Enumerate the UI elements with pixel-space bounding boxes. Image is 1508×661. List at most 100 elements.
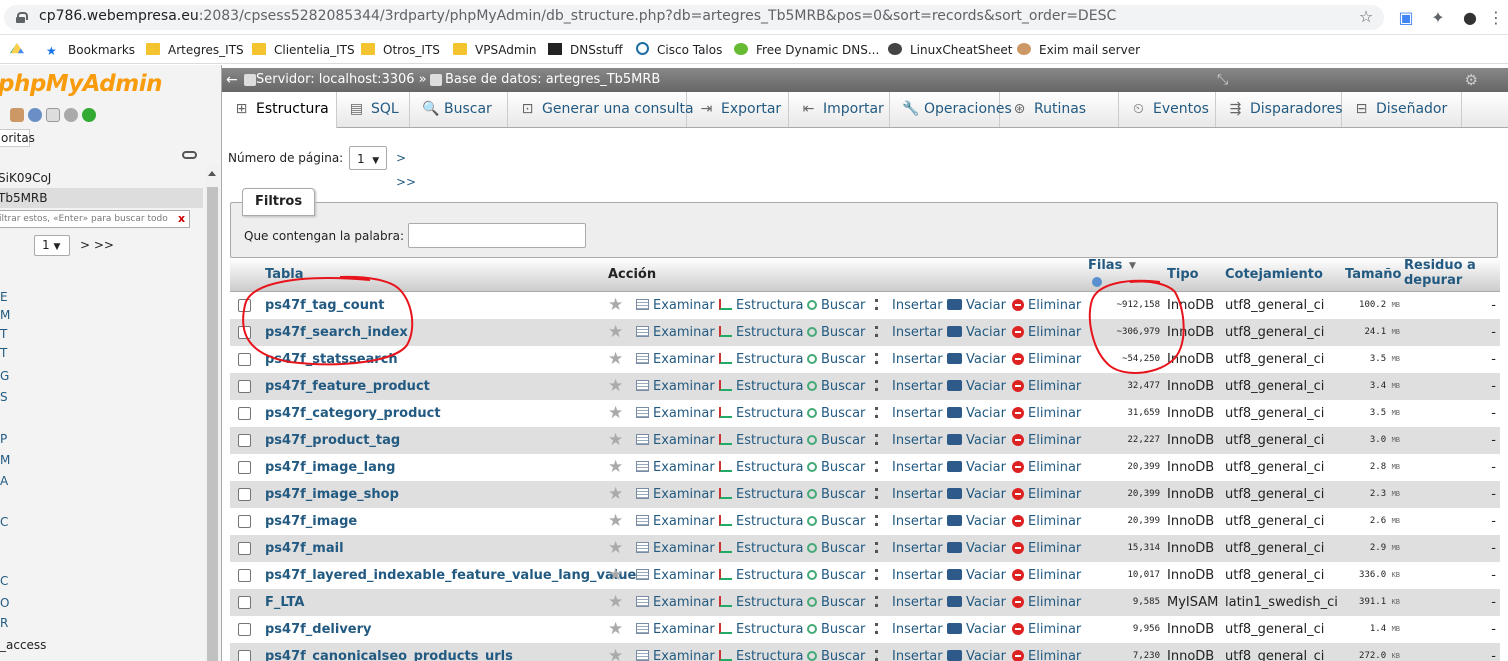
action-structure[interactable]: Estructura (719, 400, 803, 427)
action-empty[interactable]: Vaciar (947, 589, 1006, 616)
url-text[interactable]: cp786.webempresa.eu:2083/cpsess528208534… (39, 8, 1116, 24)
home-icon[interactable] (10, 107, 24, 122)
favorite-star-icon[interactable]: ★ (608, 562, 623, 589)
action-drop[interactable]: Eliminar (1012, 562, 1081, 589)
table-size[interactable]: 100.2 MB (1345, 292, 1400, 319)
action-structure[interactable]: Estructura (719, 643, 803, 661)
action-structure[interactable]: Estructura (719, 535, 803, 562)
action-browse[interactable]: Examinar (636, 319, 715, 346)
db-item-selected[interactable]: Tb5MRB (0, 188, 203, 208)
action-browse[interactable]: Examinar (636, 427, 715, 454)
row-checkbox[interactable] (238, 569, 251, 582)
table-name-link[interactable]: ps47f_category_product (265, 400, 441, 427)
bookmark-clientelia[interactable]: Clientelia_ITS (252, 42, 355, 58)
table-name-link[interactable]: ps47f_search_index (265, 319, 408, 346)
translate-icon[interactable]: ▣ (1396, 8, 1416, 28)
action-empty[interactable]: Vaciar (947, 616, 1006, 643)
bookmark-otros[interactable]: Otros_ITS (361, 42, 440, 58)
row-checkbox[interactable] (238, 488, 251, 501)
action-browse[interactable]: Examinar (636, 346, 715, 373)
action-structure[interactable]: Estructura (719, 481, 803, 508)
action-drop[interactable]: Eliminar (1012, 535, 1081, 562)
nav-table-item[interactable]: C (0, 515, 8, 529)
action-insert[interactable]: Insertar (875, 616, 943, 643)
action-insert[interactable]: Insertar (875, 562, 943, 589)
tab-buscar[interactable]: 🔍 Buscar (410, 92, 508, 127)
nav-table-item[interactable]: O (0, 596, 9, 610)
action-empty[interactable]: Vaciar (947, 427, 1006, 454)
row-checkbox[interactable] (238, 326, 251, 339)
drive-icon[interactable] (10, 42, 24, 58)
row-checkbox[interactable] (238, 650, 251, 661)
action-structure[interactable]: Estructura (719, 589, 803, 616)
action-browse[interactable]: Examinar (636, 562, 715, 589)
col-tabla[interactable]: Tabla (265, 267, 304, 282)
action-browse[interactable]: Examinar (636, 508, 715, 535)
action-insert[interactable]: Insertar (875, 346, 943, 373)
action-search[interactable]: Buscar (807, 373, 865, 400)
action-drop[interactable]: Eliminar (1012, 481, 1081, 508)
action-drop[interactable]: Eliminar (1012, 589, 1081, 616)
action-drop[interactable]: Eliminar (1012, 616, 1081, 643)
col-tamano[interactable]: Tamaño (1345, 267, 1401, 282)
table-size[interactable]: 272.0 KB (1345, 643, 1400, 661)
bookmark-dnsstuff[interactable]: DNSstuff (548, 42, 623, 58)
action-drop[interactable]: Eliminar (1012, 643, 1081, 661)
table-name-link[interactable]: ps47f_feature_product (265, 373, 430, 400)
collapse-nav-icon[interactable]: ← (226, 68, 242, 92)
action-drop[interactable]: Eliminar (1012, 400, 1081, 427)
table-name-link[interactable]: ps47f_statssearch (265, 346, 398, 373)
collapse-icon[interactable]: ⤡ (1217, 68, 1500, 92)
action-browse[interactable]: Examinar (636, 616, 715, 643)
help-icon[interactable] (1092, 277, 1102, 287)
menu-kebab-icon[interactable]: ⋮ (1486, 8, 1506, 28)
collation-link[interactable]: utf8_general_ci (1225, 535, 1324, 562)
action-drop[interactable]: Eliminar (1012, 454, 1081, 481)
row-checkbox[interactable] (238, 353, 251, 366)
tab-sql[interactable]: ▤ SQL (337, 92, 410, 127)
action-structure[interactable]: Estructura (719, 319, 803, 346)
action-structure[interactable]: Estructura (719, 346, 803, 373)
collation-link[interactable]: utf8_general_ci (1225, 508, 1324, 535)
nav-table-item[interactable]: M (0, 453, 10, 467)
action-structure[interactable]: Estructura (719, 373, 803, 400)
action-insert[interactable]: Insertar (875, 535, 943, 562)
nav-table-item[interactable]: A (0, 474, 8, 488)
table-size[interactable]: 391.1 KB (1345, 589, 1400, 616)
table-size[interactable]: 2.8 MB (1345, 454, 1400, 481)
favorite-star-icon[interactable]: ★ (608, 346, 623, 373)
table-name-link[interactable]: ps47f_layered_indexable_feature_value_la… (265, 562, 636, 589)
collation-link[interactable]: utf8_general_ci (1225, 427, 1324, 454)
collation-link[interactable]: utf8_general_ci (1225, 616, 1324, 643)
page-number-select[interactable]: 1 ▼ (349, 146, 387, 170)
action-search[interactable]: Buscar (807, 481, 865, 508)
next-page-link[interactable]: > >> (396, 146, 416, 194)
tab-estructura[interactable]: ⊞ Estructura (222, 92, 337, 128)
favorite-star-icon[interactable]: ★ (608, 508, 623, 535)
col-residuo[interactable]: Residuo a depurar (1404, 258, 1494, 288)
action-search[interactable]: Buscar (807, 589, 865, 616)
favorite-star-icon[interactable]: ★ (608, 292, 623, 319)
bookmark-vpsadmin[interactable]: VPSAdmin (453, 42, 537, 58)
action-drop[interactable]: Eliminar (1012, 373, 1081, 400)
nav-table-item[interactable]: R (0, 616, 8, 630)
bookmark-exim[interactable]: Exim mail server (1017, 42, 1140, 58)
action-browse[interactable]: Examinar (636, 643, 715, 661)
table-size[interactable]: 3.5 MB (1345, 346, 1400, 373)
sort-desc-icon[interactable]: ▼ (1129, 261, 1136, 271)
table-size[interactable]: 2.9 MB (1345, 535, 1400, 562)
nav-table-item[interactable]: C (0, 574, 8, 588)
bookmark-free-dns[interactable]: Free Dynamic DNS... (734, 42, 879, 58)
settings-icon[interactable] (64, 107, 78, 122)
nav-scrollbar[interactable] (205, 165, 220, 661)
action-drop[interactable]: Eliminar (1012, 319, 1081, 346)
collation-link[interactable]: utf8_general_ci (1225, 454, 1324, 481)
favorite-star-icon[interactable]: ★ (608, 481, 623, 508)
action-empty[interactable]: Vaciar (947, 454, 1006, 481)
action-empty[interactable]: Vaciar (947, 292, 1006, 319)
action-insert[interactable]: Insertar (875, 643, 943, 661)
row-checkbox[interactable] (238, 542, 251, 555)
action-structure[interactable]: Estructura (719, 508, 803, 535)
table-name-link[interactable]: ps47f_canonicalseo_products_urls (265, 643, 513, 661)
action-insert[interactable]: Insertar (875, 373, 943, 400)
